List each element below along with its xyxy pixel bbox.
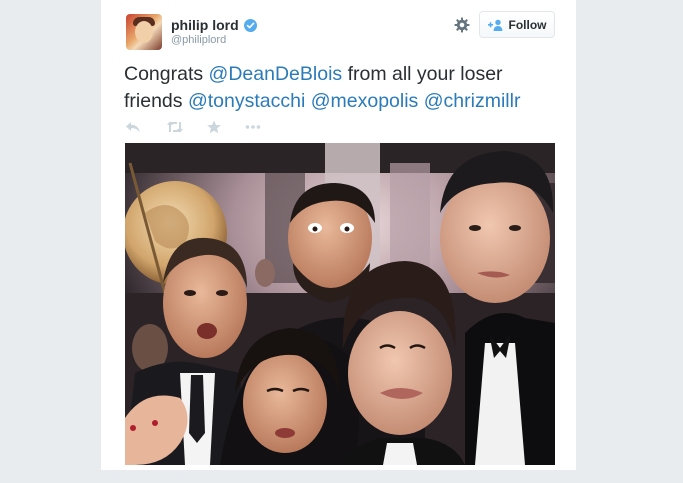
follow-button[interactable]: Follow — [479, 11, 555, 38]
avatar-face — [135, 21, 153, 43]
mention-link-deandeblois[interactable]: @DeanDeBlois — [209, 63, 343, 85]
retweet-icon[interactable] — [166, 120, 184, 134]
verified-badge-icon — [243, 18, 257, 32]
more-icon[interactable] — [245, 120, 261, 134]
tweet-text-segment: Congrats — [124, 63, 209, 85]
author-avatar[interactable] — [126, 14, 162, 50]
author-handle[interactable]: @philiplord — [171, 34, 226, 46]
mention-link-tonystacchi[interactable]: @tonystacchi — [188, 90, 305, 112]
follow-button-label: Follow — [508, 17, 547, 32]
gear-icon[interactable] — [454, 17, 470, 33]
tweet-card: philip lord @philiplord Follow Congrats … — [101, 0, 576, 470]
follow-user-icon — [487, 19, 502, 31]
favorite-icon[interactable] — [206, 120, 222, 134]
author-name-row[interactable]: philip lord — [171, 17, 257, 33]
tweet-photo[interactable] — [125, 143, 555, 465]
mention-link-mexopolis[interactable]: @mexopolis — [311, 90, 419, 112]
reply-icon[interactable] — [125, 120, 141, 134]
mention-link-chrizmillr[interactable]: @chrizmillr — [424, 90, 521, 112]
selfie-photo — [125, 143, 555, 465]
author-display-name[interactable]: philip lord — [171, 17, 239, 33]
tweet-text: Congrats @DeanDeBlois from all your lose… — [124, 61, 564, 115]
